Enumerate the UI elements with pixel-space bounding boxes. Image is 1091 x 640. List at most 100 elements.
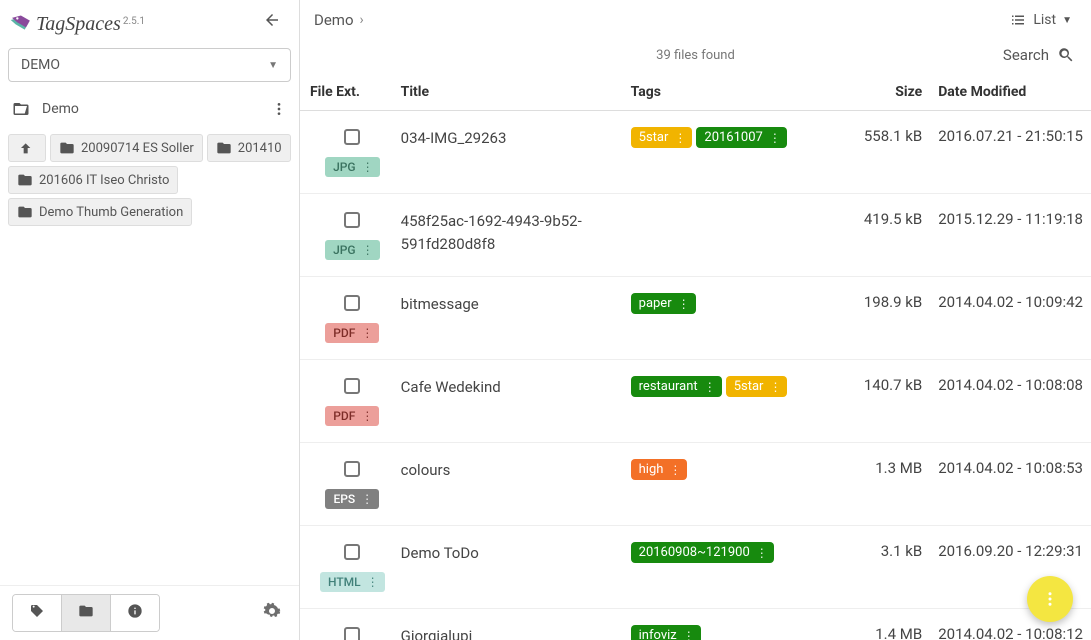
more-vert-icon[interactable]: ⋮ xyxy=(683,629,695,640)
more-vert-icon[interactable]: ⋮ xyxy=(704,380,716,394)
more-vert-icon[interactable]: ⋮ xyxy=(362,244,374,256)
more-vert-icon[interactable] xyxy=(271,101,287,117)
folder-tree-label: 201410 xyxy=(238,141,282,156)
tag-badge[interactable]: paper⋮ xyxy=(631,293,696,314)
file-title[interactable]: colours xyxy=(393,443,623,526)
app-logo[interactable]: TagSpaces 2.5.1 xyxy=(10,8,145,36)
more-vert-icon[interactable]: ⋮ xyxy=(361,410,373,422)
tag-label: 20161007 xyxy=(704,130,762,145)
folder-tree-item[interactable]: 201606 IT Iseo Christo xyxy=(8,166,178,194)
file-tags-cell: infoviz⋮ xyxy=(623,609,856,640)
more-vert-icon[interactable]: ⋮ xyxy=(361,493,373,505)
tag-badge[interactable]: infoviz⋮ xyxy=(631,625,701,640)
fab-button[interactable] xyxy=(1027,576,1073,622)
col-header-title[interactable]: Title xyxy=(393,74,623,111)
row-checkbox[interactable] xyxy=(344,461,360,477)
tag-badge[interactable]: restaurant⋮ xyxy=(631,376,722,397)
col-header-size[interactable]: Size xyxy=(856,74,930,111)
file-title[interactable]: Cafe Wedekind xyxy=(393,360,623,443)
more-vert-icon[interactable]: ⋮ xyxy=(769,380,781,394)
ext-badge[interactable]: EPS ⋮ xyxy=(325,489,379,509)
table-row[interactable]: JPG⋮ 034-IMG_29263 5star ⋮ 20161007 ⋮ 558.1 kB… xyxy=(300,111,1091,194)
info-view-button[interactable] xyxy=(111,595,159,631)
ext-badge[interactable]: PDF ⋮ xyxy=(325,406,379,426)
row-checkbox[interactable] xyxy=(344,544,360,560)
table-row[interactable]: PDF⋮bitmessagepaper⋮198.9 kB2014.04.02 -… xyxy=(300,277,1091,360)
more-vert-icon[interactable]: ⋮ xyxy=(678,297,690,311)
table-row[interactable]: EPS⋮colourshigh⋮1.3 MB2014.04.02 - 10:08… xyxy=(300,443,1091,526)
more-vert-icon[interactable]: ⋮ xyxy=(769,131,781,145)
table-row[interactable]: PDF ⋮ Cafe Wedekind restaurant⋮ 5star ⋮ 140.7 … xyxy=(300,360,1091,443)
current-folder-label: Demo xyxy=(42,101,79,117)
view-mode-dropdown[interactable]: List ▼ xyxy=(1004,8,1077,32)
ext-badge[interactable]: PDF⋮ xyxy=(325,323,379,343)
tag-badge[interactable]: 5star ⋮ xyxy=(726,376,788,397)
more-vert-icon[interactable]: ⋮ xyxy=(362,161,374,173)
tags-icon xyxy=(29,603,45,619)
tag-label: 5star xyxy=(639,130,669,145)
file-list[interactable]: File Ext. Title Tags Size Date Modified … xyxy=(300,74,1091,640)
app-name: TagSpaces xyxy=(36,13,121,36)
folder-open-icon xyxy=(12,100,30,118)
folder-tree-item[interactable]: 20090714 ES Soller xyxy=(50,134,203,162)
file-date: 2016.07.21 - 21:50:15 xyxy=(930,111,1091,194)
more-vert-icon xyxy=(1041,590,1059,608)
file-size: 419.5 kB xyxy=(856,194,930,277)
caret-down-icon: ▼ xyxy=(268,60,278,71)
file-tags-cell: paper⋮ xyxy=(623,277,856,360)
row-checkbox[interactable] xyxy=(344,627,360,640)
folder-icon xyxy=(17,172,33,188)
tag-badge[interactable]: 20160908~121900⋮ xyxy=(631,542,774,563)
caret-down-icon: ▼ xyxy=(1062,15,1072,26)
tag-label: 5star xyxy=(734,379,764,394)
table-row[interactable]: JPG⋮ 458f25ac-1692-4943-9b52-591fd280d8f8… xyxy=(300,194,1091,277)
tag-badge[interactable]: high ⋮ xyxy=(631,459,688,480)
more-vert-icon[interactable]: ⋮ xyxy=(669,463,681,477)
tag-label: high xyxy=(639,462,664,477)
col-header-ext[interactable]: File Ext. xyxy=(300,74,393,111)
row-checkbox[interactable] xyxy=(344,378,360,394)
ext-badge[interactable]: HTML⋮ xyxy=(320,572,385,592)
location-selected: DEMO xyxy=(21,57,60,73)
tag-icon xyxy=(10,12,32,34)
more-vert-icon[interactable]: ⋮ xyxy=(674,131,686,145)
more-vert-icon[interactable]: ⋮ xyxy=(756,546,768,560)
app-version: 2.5.1 xyxy=(123,16,145,27)
file-title[interactable]: bitmessage xyxy=(393,277,623,360)
location-dropdown[interactable]: DEMO ▼ xyxy=(8,48,291,82)
row-checkbox[interactable] xyxy=(344,295,360,311)
folder-tree-item[interactable]: 201410 xyxy=(207,134,291,162)
more-vert-icon[interactable]: ⋮ xyxy=(361,327,373,339)
ext-badge[interactable]: JPG⋮ xyxy=(325,240,380,260)
file-title[interactable]: 458f25ac-1692-4943-9b52-591fd280d8f8 xyxy=(393,194,623,277)
tags-view-button[interactable] xyxy=(13,595,62,631)
settings-button[interactable] xyxy=(257,596,287,630)
ext-label: EPS xyxy=(333,492,355,506)
file-size: 140.7 kB xyxy=(856,360,930,443)
col-header-tags[interactable]: Tags xyxy=(623,74,856,111)
file-size: 1.4 MB xyxy=(856,609,930,640)
file-size: 558.1 kB xyxy=(856,111,930,194)
tag-badge[interactable]: 5star ⋮ xyxy=(631,127,693,148)
table-row[interactable]: Giorgialupiinfoviz⋮1.4 MB2014.04.02 - 10… xyxy=(300,609,1091,640)
file-tags-cell: 20160908~121900⋮ xyxy=(623,526,856,609)
tag-badge[interactable]: 20161007 ⋮ xyxy=(696,127,786,148)
file-title[interactable]: Demo ToDo xyxy=(393,526,623,609)
folder-tree-item[interactable]: Demo Thumb Generation xyxy=(8,198,192,226)
search-button[interactable]: Search xyxy=(1003,46,1075,64)
more-vert-icon[interactable]: ⋮ xyxy=(367,576,379,588)
row-checkbox[interactable] xyxy=(344,212,360,228)
file-title[interactable]: Giorgialupi xyxy=(393,609,623,640)
folders-view-button[interactable] xyxy=(62,595,111,631)
breadcrumb[interactable]: Demo › xyxy=(314,11,364,29)
col-header-date[interactable]: Date Modified xyxy=(930,74,1091,111)
row-checkbox[interactable] xyxy=(344,129,360,145)
table-row[interactable]: HTML⋮Demo ToDo20160908~121900⋮3.1 kB2016… xyxy=(300,526,1091,609)
ext-badge[interactable]: JPG⋮ xyxy=(325,157,380,177)
back-button[interactable] xyxy=(255,6,289,38)
folder-icon xyxy=(78,603,94,619)
ext-label: PDF xyxy=(333,409,355,423)
file-title[interactable]: 034-IMG_29263 xyxy=(393,111,623,194)
folder-up-button[interactable] xyxy=(8,134,46,162)
file-date: 2014.04.02 - 10:09:42 xyxy=(930,277,1091,360)
